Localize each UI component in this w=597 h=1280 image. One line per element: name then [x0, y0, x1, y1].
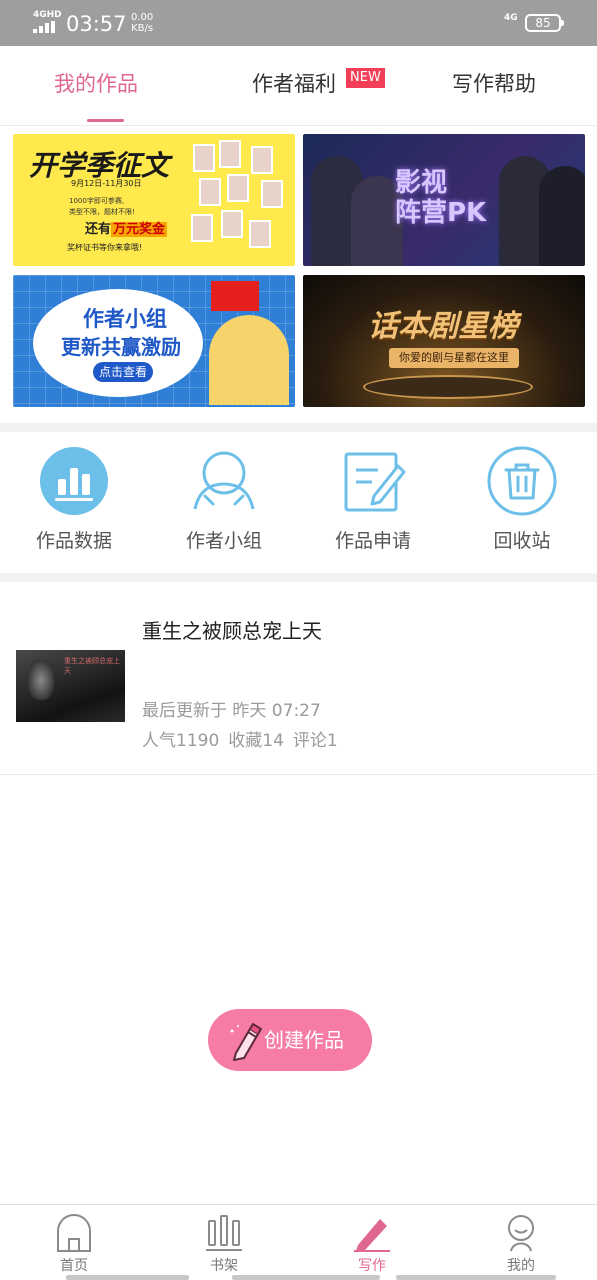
- shortcut-label: 作者小组: [185, 530, 262, 552]
- nav-label: 我的: [507, 1258, 535, 1274]
- banner-title-line1: 作者小组: [83, 307, 167, 331]
- banner-prize: 还有 万元奖金: [85, 218, 168, 237]
- shortcut-work-application[interactable]: 作品申请: [313, 446, 433, 554]
- tab-author-benefits[interactable]: 作者福利: [252, 70, 336, 98]
- shortcut-author-group[interactable]: 作者小组: [164, 446, 284, 554]
- pen-icon: [352, 1213, 392, 1253]
- photo-collage: [191, 140, 291, 260]
- status-bar: 4GHD 03:57 0.00 KB/s 4G 85: [0, 0, 597, 46]
- banner-title-line2: 更新共赢激励: [61, 335, 181, 359]
- pencil-icon: [228, 1023, 262, 1061]
- stage-platform: [363, 375, 533, 399]
- create-work-label: 创建作品: [264, 1028, 344, 1052]
- nav-bookshelf[interactable]: 书架: [174, 1213, 274, 1275]
- clock: 03:57: [66, 12, 127, 36]
- banner-desc-line1: 1000字即可参赛,: [69, 197, 125, 205]
- tab-writing-help[interactable]: 写作帮助: [452, 70, 536, 98]
- banner-grid: 开学季征文 9月12日-11月30日 1000字即可参赛, 类型不限，题材不限!…: [0, 126, 597, 423]
- gesture-bar: [396, 1275, 556, 1280]
- edit-note-icon: [338, 446, 408, 516]
- banner-desc: 1000字即可参赛, 类型不限，题材不限!: [69, 196, 135, 218]
- network-type-right: 4G: [504, 13, 518, 23]
- flag-icon: [211, 281, 259, 311]
- book-cover: 重生之被顾总宠上天: [16, 650, 125, 722]
- person-figure: [539, 166, 585, 266]
- signal-icon: [33, 21, 57, 33]
- bookshelf-icon: [204, 1213, 244, 1253]
- section-divider: [0, 573, 597, 582]
- active-tab-indicator: [87, 119, 124, 122]
- shortcut-label: 作品数据: [35, 530, 112, 552]
- nav-write[interactable]: 写作: [322, 1213, 422, 1275]
- popularity-count: 人气1190: [142, 731, 220, 751]
- last-updated: 最后更新于 昨天 07:27: [142, 701, 321, 721]
- nav-label: 写作: [358, 1258, 386, 1274]
- shortcut-label: 回收站: [493, 530, 551, 552]
- profile-icon: [501, 1213, 541, 1253]
- section-divider: [0, 423, 597, 432]
- home-icon: [54, 1213, 94, 1253]
- tab-my-works[interactable]: 我的作品: [54, 70, 138, 98]
- banner-dates: 9月12日-11月30日: [71, 179, 142, 188]
- battery-icon: 85: [525, 14, 564, 32]
- banner-title: 话本剧星榜: [368, 309, 518, 344]
- network-speed: 0.00 KB/s: [131, 12, 153, 34]
- banner-cta-button: 点击查看: [93, 362, 154, 382]
- banner-back-to-school-contest[interactable]: 开学季征文 9月12日-11月30日 1000字即可参赛, 类型不限，题材不限!…: [13, 134, 295, 266]
- nav-label: 书架: [210, 1258, 238, 1274]
- speed-unit: KB/s: [131, 23, 154, 34]
- trash-icon: [487, 446, 557, 516]
- group-icon: [189, 446, 259, 516]
- speed-value: 0.00: [131, 12, 154, 23]
- banner-title-line1: 影视: [395, 168, 448, 198]
- new-badge: NEW: [346, 68, 385, 88]
- banner-subtitle: 你爱的剧与星都在这里: [389, 348, 519, 368]
- nav-profile[interactable]: 我的: [471, 1213, 571, 1275]
- shortcut-label: 作品申请: [334, 530, 411, 552]
- top-tabs: 我的作品 作者福利 NEW 写作帮助: [0, 46, 597, 126]
- shortcut-row: 作品数据 作者小组 作品申请 回收站: [0, 432, 597, 573]
- favorites-count: 收藏14: [228, 731, 284, 751]
- gesture-bar: [66, 1275, 189, 1280]
- network-type: 4GHD: [33, 10, 62, 20]
- prize-amount: 万元奖金: [111, 222, 168, 237]
- banner-drama-star-chart[interactable]: 话本剧星榜 你爱的剧与星都在这里: [303, 275, 585, 407]
- create-work-button[interactable]: 创建作品: [208, 1009, 372, 1071]
- bar-chart-icon: [39, 446, 109, 516]
- cartoon-kids: [209, 315, 289, 405]
- work-title: 重生之被顾总宠上天: [142, 619, 322, 643]
- banner-footer: 奖杯证书等你来拿哦!: [67, 243, 143, 252]
- banner-desc-line2: 类型不限，题材不限!: [69, 208, 135, 216]
- gesture-bar: [232, 1275, 380, 1280]
- banner-film-camp-pk[interactable]: 影视 阵营PK: [303, 134, 585, 266]
- banner-title-line2: 阵营PK: [395, 198, 487, 228]
- bottom-nav: 首页 书架 写作 我的: [0, 1204, 597, 1280]
- shortcut-recycle-bin[interactable]: 回收站: [462, 446, 582, 554]
- nav-home[interactable]: 首页: [24, 1213, 124, 1275]
- shortcut-work-data[interactable]: 作品数据: [14, 446, 134, 554]
- nav-label: 首页: [60, 1258, 88, 1274]
- list-item[interactable]: 重生之被顾总宠上天 重生之被顾总宠上天 最后更新于 昨天 07:27 人气119…: [0, 582, 597, 775]
- banner-title: 影视 阵营PK: [395, 168, 486, 228]
- comments-count: 评论1: [292, 731, 338, 751]
- prize-prefix: 还有: [85, 222, 112, 237]
- work-stats: 人气1190 收藏14 评论1: [142, 729, 347, 753]
- banner-author-group[interactable]: 作者小组 更新共赢激励 点击查看: [13, 275, 295, 407]
